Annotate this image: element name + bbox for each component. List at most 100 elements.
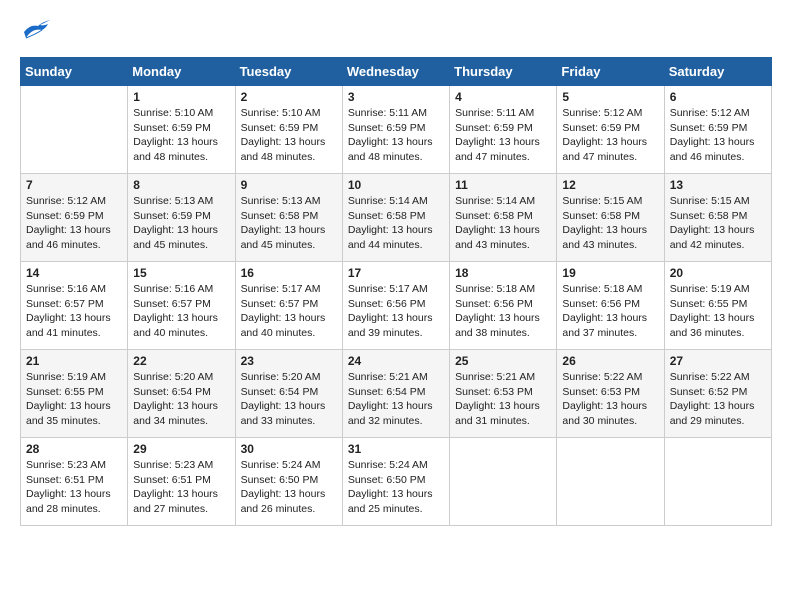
day-number: 16 <box>241 266 337 280</box>
header-monday: Monday <box>128 58 235 86</box>
day-number: 14 <box>26 266 122 280</box>
day-cell: 8Sunrise: 5:13 AMSunset: 6:59 PMDaylight… <box>128 174 235 262</box>
day-cell: 9Sunrise: 5:13 AMSunset: 6:58 PMDaylight… <box>235 174 342 262</box>
day-info: Sunrise: 5:12 AMSunset: 6:59 PMDaylight:… <box>670 106 766 165</box>
day-number: 20 <box>670 266 766 280</box>
day-info: Sunrise: 5:14 AMSunset: 6:58 PMDaylight:… <box>455 194 551 253</box>
day-info: Sunrise: 5:24 AMSunset: 6:50 PMDaylight:… <box>241 458 337 517</box>
day-cell: 3 Sunrise: 5:11 AMSunset: 6:59 PMDaylight… <box>342 86 449 174</box>
day-info: Sunrise: 5:20 AMSunset: 6:54 PMDaylight:… <box>133 370 229 429</box>
day-cell: 25 Sunrise: 5:21 AMSunset: 6:53 PMDayligh… <box>450 350 557 438</box>
day-number: 4 <box>455 90 551 104</box>
day-info: Sunrise: 5:18 AMSunset: 6:56 PMDaylight:… <box>562 282 658 341</box>
day-number: 17 <box>348 266 444 280</box>
day-cell: 30 Sunrise: 5:24 AMSunset: 6:50 PMDayligh… <box>235 438 342 526</box>
day-info: Sunrise: 5:16 AMSunset: 6:57 PMDaylight:… <box>133 282 229 341</box>
day-info: Sunrise: 5:19 AMSunset: 6:55 PMDaylight:… <box>26 370 122 429</box>
day-number: 30 <box>241 442 337 456</box>
day-info: Sunrise: 5:21 AMSunset: 6:54 PMDaylight:… <box>348 370 444 429</box>
day-number: 19 <box>562 266 658 280</box>
day-number: 27 <box>670 354 766 368</box>
day-cell: 4 Sunrise: 5:11 AMSunset: 6:59 PMDaylight… <box>450 86 557 174</box>
day-info: Sunrise: 5:16 AMSunset: 6:57 PMDaylight:… <box>26 282 122 341</box>
day-info: Sunrise: 5:13 AMSunset: 6:58 PMDaylight:… <box>241 194 337 253</box>
day-number: 21 <box>26 354 122 368</box>
day-cell: 2 Sunrise: 5:10 AMSunset: 6:59 PMDaylight… <box>235 86 342 174</box>
day-info: Sunrise: 5:17 AMSunset: 6:57 PMDaylight:… <box>241 282 337 341</box>
day-info: Sunrise: 5:21 AMSunset: 6:53 PMDaylight:… <box>455 370 551 429</box>
calendar-header-row: Sunday Monday Tuesday Wednesday Thursday… <box>21 58 772 86</box>
day-number: 24 <box>348 354 444 368</box>
day-info: Sunrise: 5:19 AMSunset: 6:55 PMDaylight:… <box>670 282 766 341</box>
day-number: 25 <box>455 354 551 368</box>
day-cell: 13 Sunrise: 5:15 AMSunset: 6:58 PMDayligh… <box>664 174 771 262</box>
day-number: 6 <box>670 90 766 104</box>
header-wednesday: Wednesday <box>342 58 449 86</box>
day-info: Sunrise: 5:14 AMSunset: 6:58 PMDaylight:… <box>348 194 444 253</box>
day-info: Sunrise: 5:15 AMSunset: 6:58 PMDaylight:… <box>670 194 766 253</box>
day-info: Sunrise: 5:15 AMSunset: 6:58 PMDaylight:… <box>562 194 658 253</box>
day-number: 8 <box>133 178 229 192</box>
day-info: Sunrise: 5:10 AMSunset: 6:59 PMDaylight:… <box>241 106 337 165</box>
day-info: Sunrise: 5:22 AMSunset: 6:52 PMDaylight:… <box>670 370 766 429</box>
day-cell: 17 Sunrise: 5:17 AMSunset: 6:56 PMDayligh… <box>342 262 449 350</box>
day-cell: 19 Sunrise: 5:18 AMSunset: 6:56 PMDayligh… <box>557 262 664 350</box>
calendar-table: Sunday Monday Tuesday Wednesday Thursday… <box>20 57 772 526</box>
day-number: 15 <box>133 266 229 280</box>
day-number: 2 <box>241 90 337 104</box>
header-sunday: Sunday <box>21 58 128 86</box>
day-cell: 5Sunrise: 5:12 AMSunset: 6:59 PMDaylight… <box>557 86 664 174</box>
day-info: Sunrise: 5:12 AMSunset: 6:59 PMDaylight:… <box>26 194 122 253</box>
week-row-5: 28 Sunrise: 5:23 AMSunset: 6:51 PMDayligh… <box>21 438 772 526</box>
day-cell: 1 Sunrise: 5:10 AMSunset: 6:59 PMDaylight… <box>128 86 235 174</box>
day-cell: 14 Sunrise: 5:16 AMSunset: 6:57 PMDayligh… <box>21 262 128 350</box>
day-cell <box>21 86 128 174</box>
logo-bird-icon <box>22 20 50 42</box>
day-number: 28 <box>26 442 122 456</box>
week-row-2: 7 Sunrise: 5:12 AMSunset: 6:59 PMDaylight… <box>21 174 772 262</box>
day-number: 10 <box>348 178 444 192</box>
day-cell: 27 Sunrise: 5:22 AMSunset: 6:52 PMDayligh… <box>664 350 771 438</box>
day-cell <box>664 438 771 526</box>
header-friday: Friday <box>557 58 664 86</box>
day-number: 5 <box>562 90 658 104</box>
day-cell: 7 Sunrise: 5:12 AMSunset: 6:59 PMDaylight… <box>21 174 128 262</box>
day-cell: 18 Sunrise: 5:18 AMSunset: 6:56 PMDayligh… <box>450 262 557 350</box>
logo <box>20 20 50 47</box>
day-cell <box>557 438 664 526</box>
day-info: Sunrise: 5:11 AMSunset: 6:59 PMDaylight:… <box>348 106 444 165</box>
day-number: 18 <box>455 266 551 280</box>
day-cell: 21 Sunrise: 5:19 AMSunset: 6:55 PMDayligh… <box>21 350 128 438</box>
day-info: Sunrise: 5:20 AMSunset: 6:54 PMDaylight:… <box>241 370 337 429</box>
day-cell: 23 Sunrise: 5:20 AMSunset: 6:54 PMDayligh… <box>235 350 342 438</box>
week-row-3: 14 Sunrise: 5:16 AMSunset: 6:57 PMDayligh… <box>21 262 772 350</box>
day-number: 3 <box>348 90 444 104</box>
day-number: 13 <box>670 178 766 192</box>
day-cell: 29Sunrise: 5:23 AMSunset: 6:51 PMDayligh… <box>128 438 235 526</box>
day-number: 12 <box>562 178 658 192</box>
day-info: Sunrise: 5:23 AMSunset: 6:51 PMDaylight:… <box>26 458 122 517</box>
day-info: Sunrise: 5:17 AMSunset: 6:56 PMDaylight:… <box>348 282 444 341</box>
day-info: Sunrise: 5:18 AMSunset: 6:56 PMDaylight:… <box>455 282 551 341</box>
day-info: Sunrise: 5:10 AMSunset: 6:59 PMDaylight:… <box>133 106 229 165</box>
day-cell: 10 Sunrise: 5:14 AMSunset: 6:58 PMDayligh… <box>342 174 449 262</box>
week-row-4: 21 Sunrise: 5:19 AMSunset: 6:55 PMDayligh… <box>21 350 772 438</box>
day-number: 23 <box>241 354 337 368</box>
day-cell: 15 Sunrise: 5:16 AMSunset: 6:57 PMDayligh… <box>128 262 235 350</box>
day-cell: 31Sunrise: 5:24 AMSunset: 6:50 PMDayligh… <box>342 438 449 526</box>
day-cell: 28 Sunrise: 5:23 AMSunset: 6:51 PMDayligh… <box>21 438 128 526</box>
day-number: 7 <box>26 178 122 192</box>
header-saturday: Saturday <box>664 58 771 86</box>
day-cell: 26Sunrise: 5:22 AMSunset: 6:53 PMDayligh… <box>557 350 664 438</box>
page-header <box>20 20 772 47</box>
header-thursday: Thursday <box>450 58 557 86</box>
day-cell: 20 Sunrise: 5:19 AMSunset: 6:55 PMDayligh… <box>664 262 771 350</box>
day-cell: 12 Sunrise: 5:15 AMSunset: 6:58 PMDayligh… <box>557 174 664 262</box>
day-cell: 16 Sunrise: 5:17 AMSunset: 6:57 PMDayligh… <box>235 262 342 350</box>
day-info: Sunrise: 5:11 AMSunset: 6:59 PMDaylight:… <box>455 106 551 165</box>
header-tuesday: Tuesday <box>235 58 342 86</box>
day-number: 1 <box>133 90 229 104</box>
day-number: 11 <box>455 178 551 192</box>
day-info: Sunrise: 5:23 AMSunset: 6:51 PMDaylight:… <box>133 458 229 517</box>
day-info: Sunrise: 5:24 AMSunset: 6:50 PMDaylight:… <box>348 458 444 517</box>
